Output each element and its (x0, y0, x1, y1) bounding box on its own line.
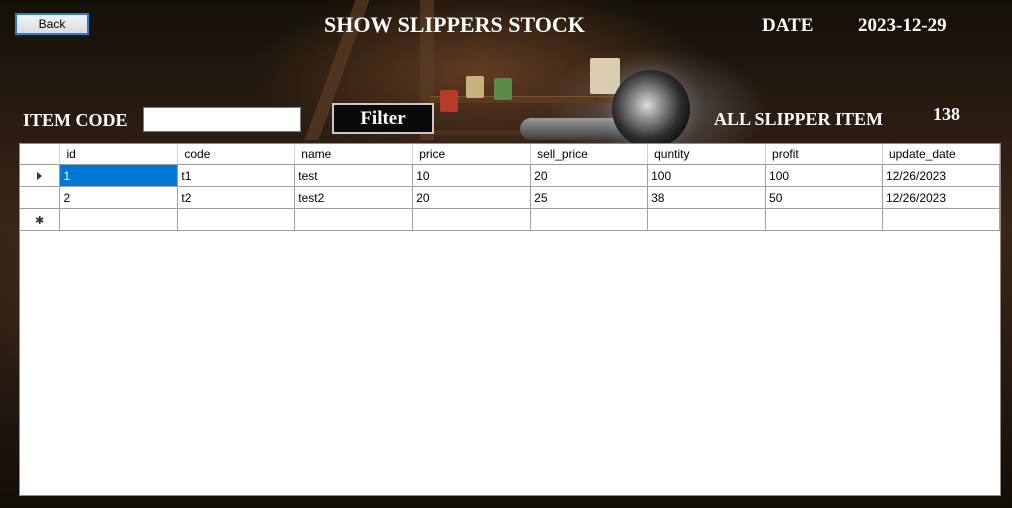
table-cell[interactable]: 12/26/2023 (882, 164, 1001, 187)
table-cell[interactable]: 25 (530, 186, 649, 209)
table-cell[interactable]: 38 (647, 186, 767, 209)
table-cell[interactable] (412, 208, 532, 231)
row-header[interactable] (20, 186, 61, 209)
table-row[interactable]: 1 t1 test 10 20 100 100 12/26/2023 (20, 164, 1001, 187)
table-cell[interactable]: 50 (765, 186, 883, 209)
all-slipper-item-count: 138 (933, 104, 960, 124)
table-cell[interactable] (59, 208, 179, 231)
background-can (466, 76, 484, 98)
background-can (590, 58, 620, 94)
stock-table: id code name price sell_price quntity pr… (20, 144, 1001, 231)
filter-button[interactable]: Filter (332, 103, 434, 134)
column-header-quntity[interactable]: quntity (647, 144, 767, 165)
table-cell[interactable]: 100 (647, 164, 767, 187)
background-can (440, 90, 458, 112)
table-cell[interactable]: 20 (530, 164, 649, 187)
table-cell[interactable]: 12/26/2023 (882, 186, 1001, 209)
background-shelf (430, 96, 620, 103)
column-header-id[interactable]: id (59, 144, 179, 165)
table-cell[interactable]: test2 (294, 186, 414, 209)
row-header[interactable]: ✱ (20, 208, 61, 231)
row-header[interactable] (20, 164, 61, 187)
column-header-profit[interactable]: profit (765, 144, 883, 165)
table-row[interactable]: 2 t2 test2 20 25 38 50 12/26/2023 (20, 186, 1001, 209)
header-row: id code name price sell_price quntity pr… (20, 144, 1001, 165)
date-label: DATE (762, 15, 814, 36)
stock-data-grid[interactable]: id code name price sell_price quntity pr… (19, 143, 1001, 496)
column-header-sell-price[interactable]: sell_price (530, 144, 649, 165)
table-cell[interactable] (647, 208, 767, 231)
item-code-label: ITEM CODE (23, 110, 128, 130)
table-cell[interactable]: 100 (765, 164, 883, 187)
column-header-update-date[interactable]: update_date (882, 144, 1001, 165)
table-cell[interactable]: t2 (177, 186, 296, 209)
table-cell[interactable]: 2 (59, 186, 179, 209)
table-cell[interactable] (177, 208, 296, 231)
all-slipper-item-label: ALL SLIPPER ITEM (714, 109, 884, 129)
table-cell[interactable] (294, 208, 414, 231)
table-cell[interactable]: 10 (412, 164, 532, 187)
back-button[interactable]: Back (15, 13, 89, 35)
table-cell[interactable]: 1 (59, 164, 179, 187)
background-headlight (612, 70, 690, 148)
table-cell[interactable]: 20 (412, 186, 532, 209)
table-cell[interactable] (530, 208, 649, 231)
row-header-corner (20, 144, 61, 165)
column-header-code[interactable]: code (177, 144, 296, 165)
item-code-input[interactable] (143, 107, 301, 132)
table-cell[interactable]: test (294, 164, 414, 187)
table-cell[interactable] (765, 208, 883, 231)
date-value: 2023-12-29 (858, 15, 947, 36)
column-header-price[interactable]: price (412, 144, 532, 165)
current-row-arrow-icon (37, 172, 43, 181)
column-header-name[interactable]: name (294, 144, 414, 165)
table-cell[interactable] (882, 208, 1001, 231)
new-row[interactable]: ✱ (20, 208, 1001, 231)
background-can (494, 78, 512, 100)
new-row-asterisk-icon: ✱ (35, 214, 45, 227)
table-cell[interactable]: t1 (177, 164, 296, 187)
page-title: SHOW SLIPPERS STOCK (324, 12, 585, 37)
